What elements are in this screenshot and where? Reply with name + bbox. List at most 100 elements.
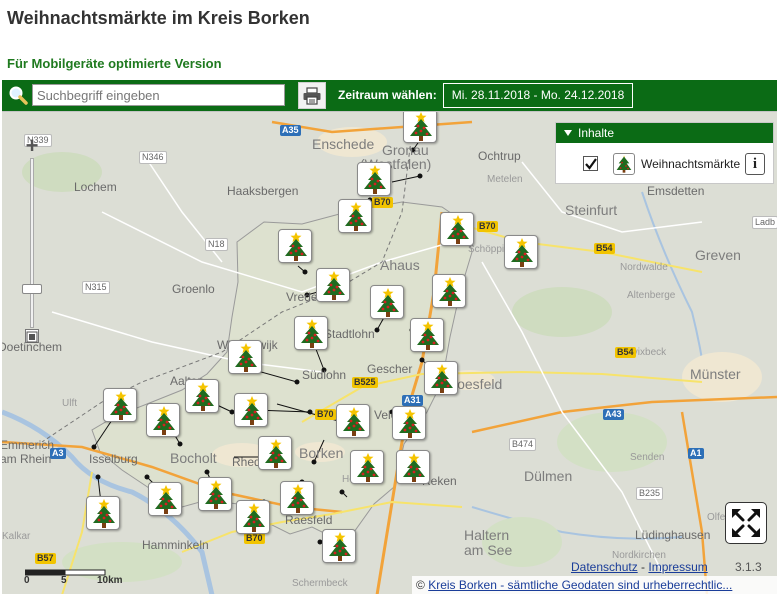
road-number-sign: A43 [603,409,624,420]
road-number-sign: N18 [205,238,228,251]
layer-panel: Inhalte Weihnachtsmärkte i [555,122,774,184]
copyright-link[interactable]: Kreis Borken - sämtliche Geodaten sind u… [428,578,732,592]
layer-panel-title: Inhalte [578,126,615,140]
market-marker[interactable] [440,212,474,246]
place-label: am See [464,542,513,558]
scale-label-10: 10km [97,575,123,586]
zoom-in-button[interactable]: + [21,135,43,157]
market-marker[interactable] [236,500,270,534]
page-title: Weihnachtsmärkte im Kreis Borken [7,8,310,28]
market-marker[interactable] [258,436,292,470]
market-marker[interactable] [338,199,372,233]
layer-panel-header[interactable]: Inhalte [556,123,773,143]
place-label: Schermbeck [292,578,348,589]
market-marker[interactable] [316,268,350,302]
layer-info-button[interactable]: i [745,153,765,175]
christmas-tree-icon [93,499,115,528]
market-marker[interactable] [198,477,232,511]
place-label: Greven [695,247,741,263]
map-canvas[interactable]: Enschede Gronau (Westfalen) Ochtrup Emsdette… [2,111,777,594]
road-number-sign: Ladb [752,216,777,229]
place-label: Lochem [74,180,117,194]
christmas-tree-icon [343,407,365,436]
scale-bar: 0 5 10km [24,565,123,586]
place-label: Südlohn [302,368,347,382]
market-marker[interactable] [146,403,180,437]
zoom-out-button[interactable] [25,329,39,343]
market-marker[interactable] [410,318,444,352]
market-marker[interactable] [504,235,538,269]
market-marker[interactable] [322,529,356,563]
market-marker[interactable] [403,112,437,143]
market-marker[interactable] [350,450,384,484]
market-marker[interactable] [392,406,426,440]
road-number-sign: B54 [594,243,615,254]
place-label: Lüdinghausen [635,528,711,542]
road-number-sign: B70 [244,533,265,544]
market-marker[interactable] [148,482,182,516]
market-marker[interactable] [357,162,391,196]
christmas-tree-icon [345,202,367,231]
christmas-tree-icon [431,364,453,393]
market-marker[interactable] [396,450,430,484]
market-marker[interactable] [370,285,404,319]
market-marker[interactable] [228,340,262,374]
zoom-control: + [21,135,43,343]
place-label: Kalkar [2,531,31,542]
place-label: Haltern [464,527,510,543]
market-marker[interactable] [86,496,120,530]
privacy-link[interactable]: Datenschutz [571,560,638,574]
christmas-tree-icon [439,277,461,306]
market-marker[interactable] [278,229,312,263]
market-marker[interactable] [336,404,370,438]
collapse-triangle-icon[interactable] [564,130,572,136]
search-input[interactable] [32,84,285,106]
christmas-tree-icon [364,165,386,194]
imprint-link[interactable]: Impressum [648,560,707,574]
magnifier-icon[interactable] [8,85,28,105]
place-label: Ulft [62,398,77,409]
place-label: Steinfurt [565,202,618,218]
place-label: Münster [690,366,741,382]
market-marker[interactable] [103,388,137,422]
place-label: Raesfeld [285,513,333,527]
place-label: Stadtlohn [324,327,375,341]
zoom-extent-icon [26,331,38,343]
fullscreen-button[interactable] [725,502,767,544]
market-marker[interactable] [424,361,458,395]
place-label: Senden [630,452,665,463]
christmas-tree-icon [410,112,432,141]
print-button[interactable] [298,82,326,109]
scale-label-0: 0 [24,575,30,586]
christmas-tree-icon [153,406,175,435]
mobile-version-link[interactable]: Für Mobilgeräte optimierte Version [7,56,222,71]
zoom-slider-track[interactable] [30,158,34,328]
christmas-tree-icon [447,215,469,244]
road-number-sign: B525 [352,377,378,388]
layer-checkbox[interactable] [583,156,598,171]
market-marker[interactable] [280,481,314,515]
place-label: Metelen [487,174,523,185]
road-number-sign: B57 [35,553,56,564]
layer-label: Weihnachtsmärkte [641,157,741,171]
christmas-tree-icon [205,480,227,509]
christmas-tree-icon [511,238,533,267]
place-label: Emsdetten [647,184,705,198]
layer-row-weihnachtsmaerkte: Weihnachtsmärkte i [556,143,773,185]
market-marker[interactable] [294,316,328,350]
road-number-sign: B70 [372,197,393,208]
copyright-symbol: © [416,578,425,592]
christmas-tree-icon [399,409,421,438]
place-label: Gescher [367,362,413,376]
road-number-sign: B70 [477,221,498,232]
christmas-tree-icon [301,319,323,348]
place-label: Borken [299,445,344,461]
market-marker[interactable] [185,379,219,413]
road-number-sign: B235 [636,487,664,500]
period-selector[interactable]: Mi. 28.11.2018 - Mo. 24.12.2018 [443,83,633,108]
market-marker[interactable] [432,274,466,308]
christmas-tree-icon [403,453,425,482]
zoom-slider-handle[interactable] [22,284,42,294]
footer-separator: - [641,560,646,574]
market-marker[interactable] [234,393,268,427]
